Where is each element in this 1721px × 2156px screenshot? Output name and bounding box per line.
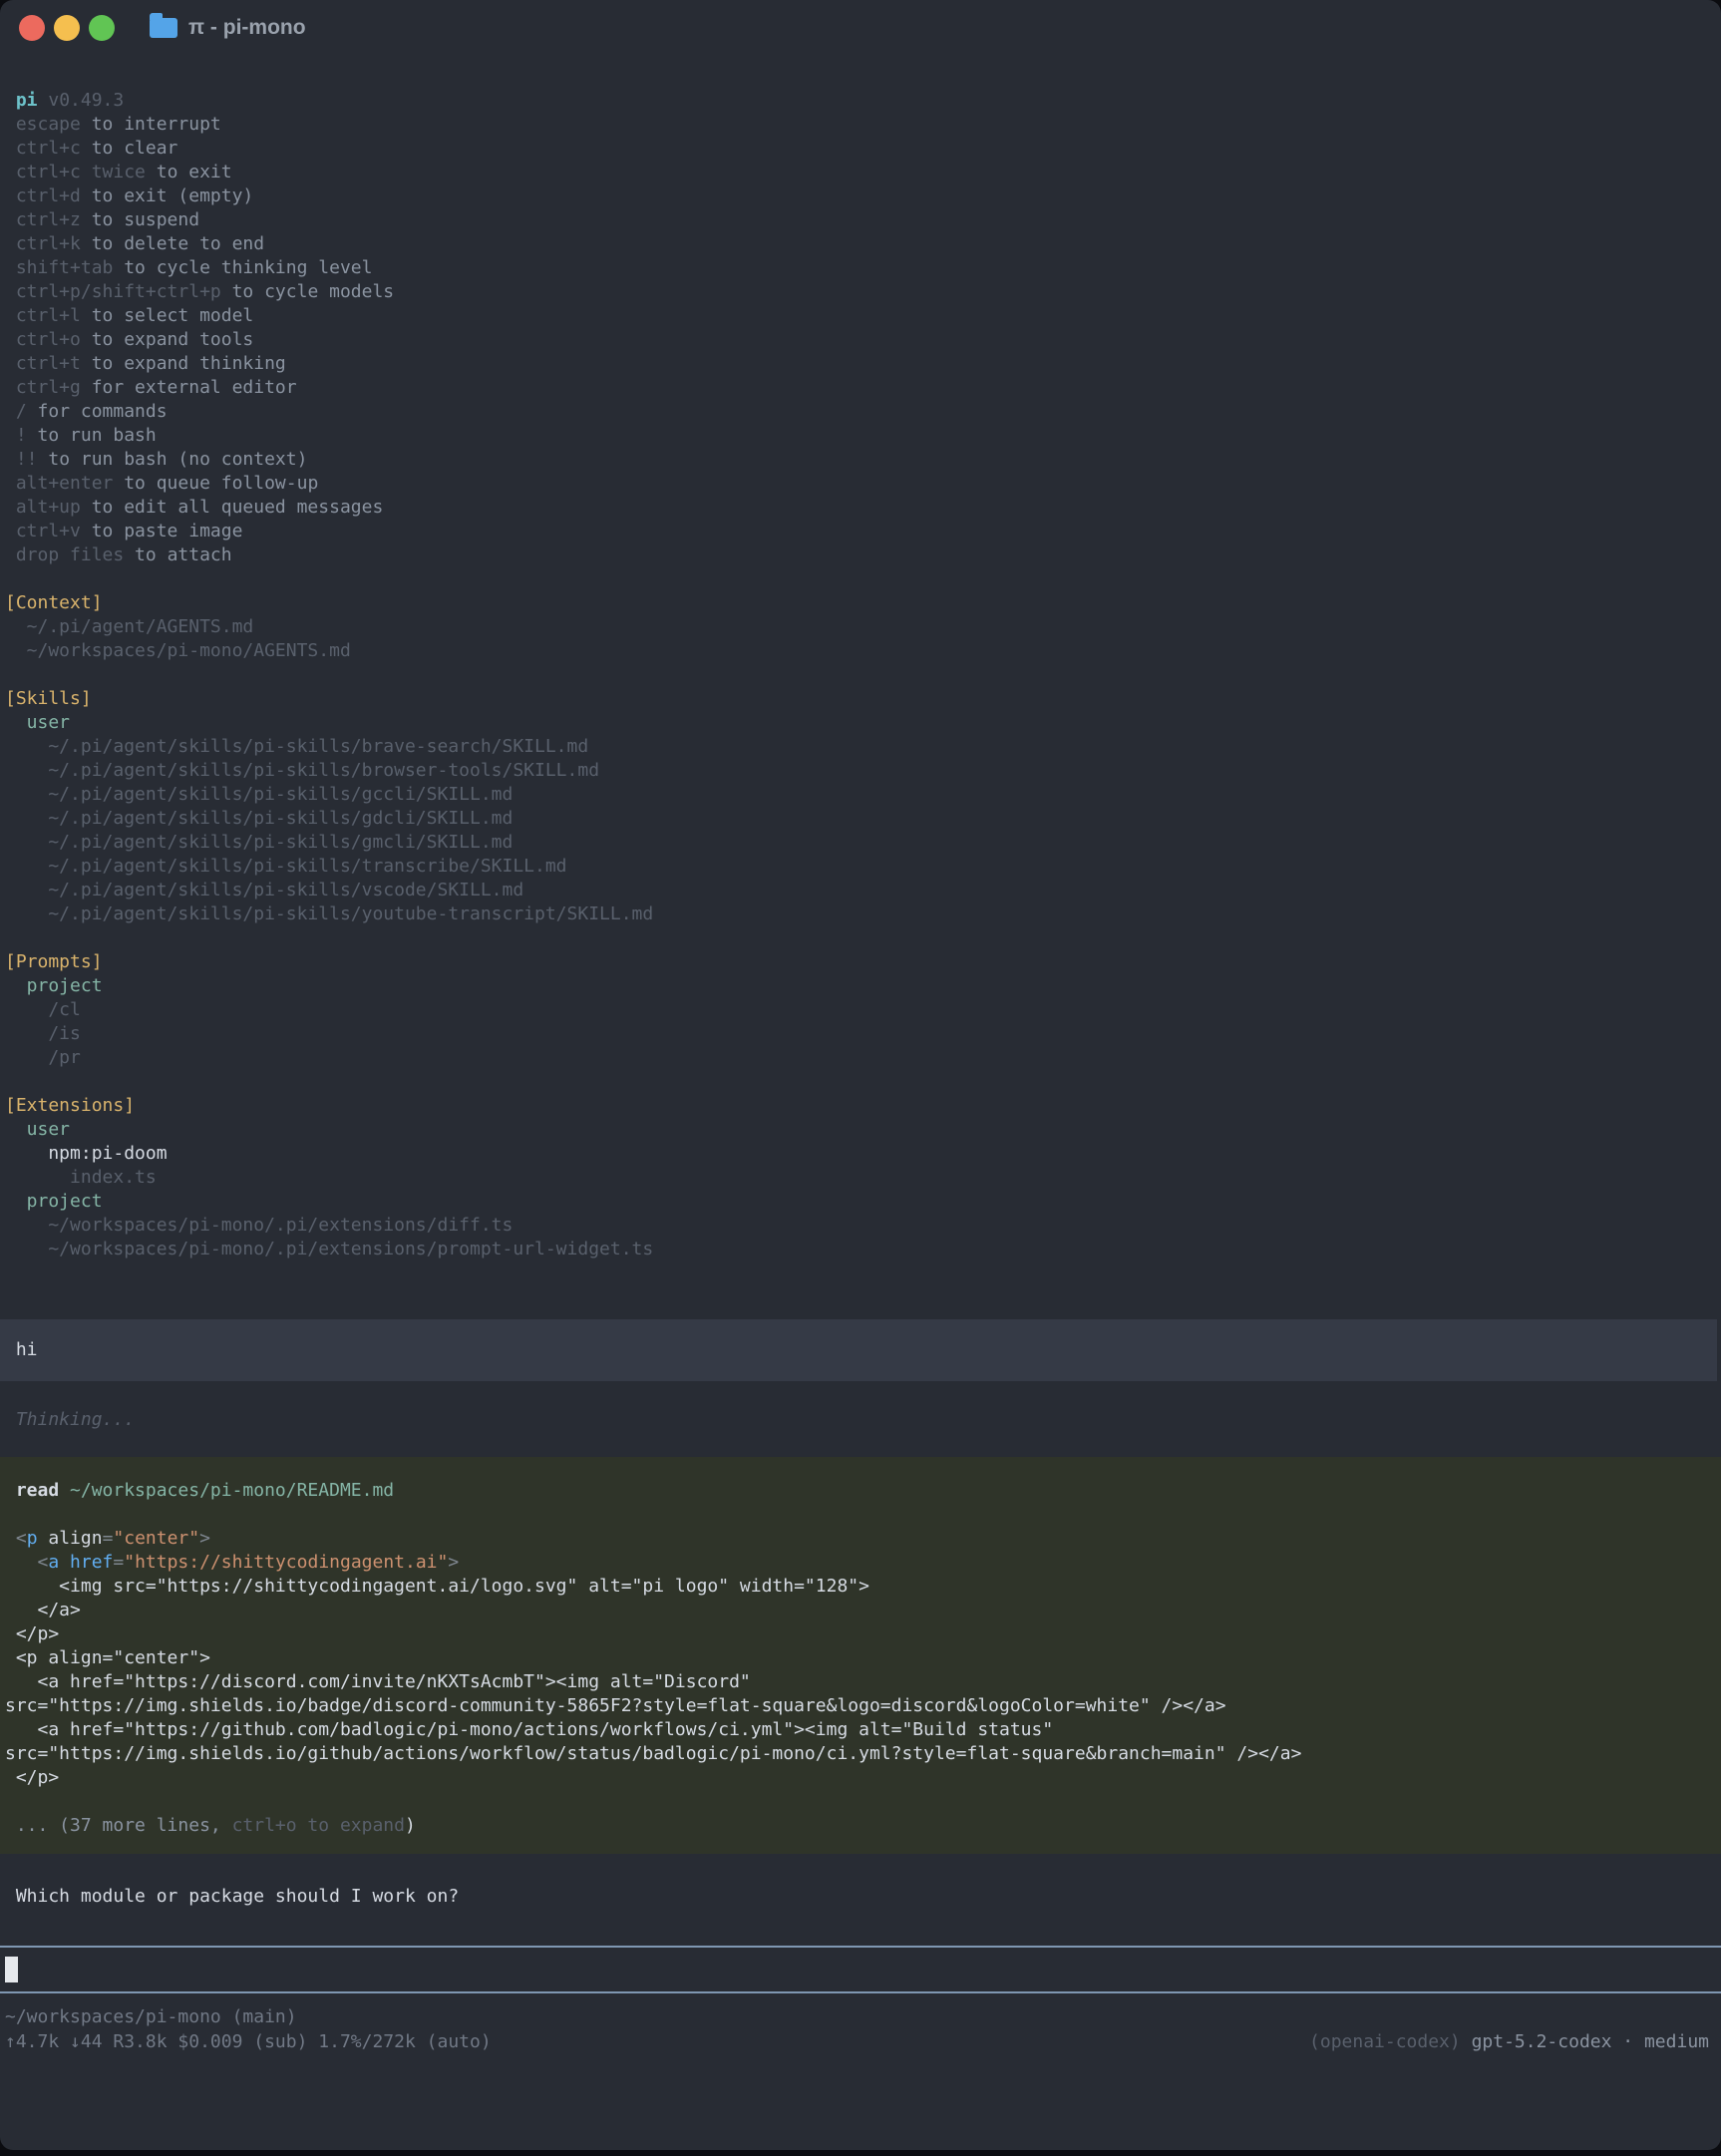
assistant-message: Which module or package should I work on… [0,1885,1721,1909]
terminal-line: ~/.pi/agent/skills/pi-skills/vscode/SKIL… [0,879,1721,902]
terminal-line: ctrl+p/shift+ctrl+p to cycle models [0,280,1721,304]
terminal-line: ~/.pi/agent/AGENTS.md [0,615,1721,639]
terminal-line: /is [0,1022,1721,1046]
terminal-line: ! to run bash [0,424,1721,448]
terminal-line: ~/.pi/agent/skills/pi-skills/gmcli/SKILL… [0,831,1721,855]
terminal-line: !! to run bash (no context) [0,448,1721,472]
terminal-line: ctrl+k to delete to end [0,232,1721,256]
terminal-line: hi [0,1338,1717,1362]
terminal-line: ctrl+c to clear [0,137,1721,161]
cwd-branch: ~/workspaces/pi-mono (main) [5,2004,297,2029]
model-label: gpt-5.2-codex · medium [1472,2031,1709,2052]
terminal-line: <a href="https://github.com/badlogic/pi-… [0,1718,1721,1742]
terminal-line: <a href="https://discord.com/invite/nKXT… [0,1670,1721,1694]
terminal-line: ctrl+o to expand tools [0,328,1721,352]
terminal-line: [Context] [0,591,1721,615]
terminal-line: Thinking... [0,1408,1721,1432]
terminal-line [0,1070,1721,1094]
text-cursor [5,1957,18,1982]
terminal-line: ~/workspaces/pi-mono/AGENTS.md [0,639,1721,663]
terminal-output: pi v0.49.3 escape to interrupt ctrl+c to… [0,56,1721,1909]
terminal-line: escape to interrupt [0,113,1721,137]
terminal-line: index.ts [0,1166,1721,1190]
folder-icon [150,18,177,38]
terminal-line: ~/.pi/agent/skills/pi-skills/gccli/SKILL… [0,783,1721,807]
terminal-line: ~/workspaces/pi-mono/.pi/extensions/prom… [0,1238,1721,1261]
token-stats: ↑4.7k ↓44 R3.8k $0.009 (sub) 1.7%/272k (… [5,2029,492,2054]
terminal-line: alt+enter to queue follow-up [0,472,1721,496]
terminal-line [0,663,1721,687]
terminal-line [0,926,1721,950]
terminal-window: π - pi-mono pi v0.49.3 escape to interru… [0,0,1721,2150]
terminal-line: project [0,974,1721,998]
terminal-line: ctrl+z to suspend [0,208,1721,232]
terminal-line: user [0,711,1721,735]
maximize-button[interactable] [89,15,115,41]
terminal-line: ~/.pi/agent/skills/pi-skills/browser-too… [0,759,1721,783]
close-button[interactable] [19,15,45,41]
terminal-line: ctrl+t to expand thinking [0,352,1721,376]
terminal-line: <p align="center"> [0,1527,1721,1551]
terminal-line: pi v0.49.3 [0,89,1721,113]
status-bar: ~/workspaces/pi-mono (main) ↑4.7k ↓44 R3… [0,2004,1721,2054]
terminal-line [0,1790,1721,1814]
terminal-line: read ~/workspaces/pi-mono/README.md [0,1479,1721,1503]
titlebar: π - pi-mono [0,0,1721,56]
terminal-line: ctrl+c twice to exit [0,161,1721,184]
terminal-line: user [0,1118,1721,1142]
terminal-line: /pr [0,1046,1721,1070]
terminal-line: [Prompts] [0,950,1721,974]
terminal-line: ctrl+d to exit (empty) [0,184,1721,208]
terminal-line: ~/.pi/agent/skills/pi-skills/youtube-tra… [0,902,1721,926]
terminal-line: <a href="https://shittycodingagent.ai"> [0,1551,1721,1575]
terminal-line: ctrl+l to select model [0,304,1721,328]
terminal-line: ctrl+g for external editor [0,376,1721,400]
terminal-line: <p align="center"> [0,1646,1721,1670]
terminal-line: project [0,1190,1721,1214]
terminal-line: </a> [0,1599,1721,1622]
prompt-input[interactable] [0,1946,1721,1993]
terminal-line: src="https://img.shields.io/badge/discor… [0,1694,1721,1718]
status-line-stats: ↑4.7k ↓44 R3.8k $0.009 (sub) 1.7%/272k (… [0,2029,1721,2054]
terminal-line: [Extensions] [0,1094,1721,1118]
terminal-line: ... (37 more lines, ctrl+o to expand) [0,1814,1721,1838]
terminal-line: [Skills] [0,687,1721,711]
terminal-line: /cl [0,998,1721,1022]
terminal-line: ~/workspaces/pi-mono/.pi/extensions/diff… [0,1214,1721,1238]
window-title: π - pi-mono [188,16,306,40]
terminal-line: </p> [0,1766,1721,1790]
terminal-line: ~/.pi/agent/skills/pi-skills/gdcli/SKILL… [0,807,1721,831]
terminal-line: Which module or package should I work on… [0,1885,1721,1909]
status-line-cwd: ~/workspaces/pi-mono (main) [0,2004,1721,2029]
model-info: (openai-codex) gpt-5.2-codex · medium [1309,2029,1709,2054]
terminal-line: shift+tab to cycle thinking level [0,256,1721,280]
terminal-line: drop files to attach [0,543,1721,567]
terminal-line: src="https://img.shields.io/github/actio… [0,1742,1721,1766]
terminal-line: </p> [0,1622,1721,1646]
banner-and-session-info: pi v0.49.3 escape to interrupt ctrl+c to… [0,89,1721,1261]
terminal-line: npm:pi-doom [0,1142,1721,1166]
terminal-line [0,567,1721,591]
user-message: hi [0,1319,1717,1381]
terminal-line: ~/.pi/agent/skills/pi-skills/brave-searc… [0,735,1721,759]
provider-label: (openai-codex) [1309,2031,1472,2052]
terminal-line: ~/.pi/agent/skills/pi-skills/transcribe/… [0,855,1721,879]
thinking-indicator: Thinking... [0,1408,1721,1432]
terminal-line: ctrl+v to paste image [0,520,1721,543]
minimize-button[interactable] [54,15,80,41]
read-tool-call: read ~/workspaces/pi-mono/README.md <p a… [0,1457,1721,1854]
terminal-line: alt+up to edit all queued messages [0,496,1721,520]
terminal-line: / for commands [0,400,1721,424]
terminal-line: <img src="https://shittycodingagent.ai/l… [0,1575,1721,1599]
terminal-line [0,1503,1721,1527]
